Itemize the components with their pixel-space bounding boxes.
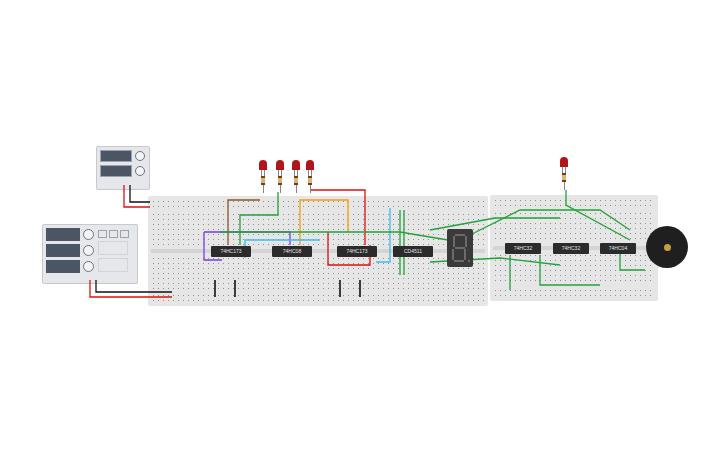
- chip-label: 74HC08: [283, 249, 301, 254]
- led-bulb: [259, 160, 267, 170]
- chip-label: 74HC32: [514, 246, 532, 251]
- function-generator[interactable]: [42, 224, 138, 284]
- ic-chip[interactable]: 74HC04: [600, 243, 636, 254]
- ic-chip[interactable]: 74HC32: [553, 243, 589, 254]
- chip-label: 74HC173: [220, 249, 241, 254]
- led-bulb: [292, 160, 300, 170]
- resistor: [562, 173, 566, 182]
- led-bulb: [306, 160, 314, 170]
- resistor: [261, 176, 265, 185]
- chip-label: CD4511: [404, 249, 422, 254]
- led[interactable]: [306, 160, 314, 193]
- ic-chip[interactable]: 74HC173: [211, 246, 251, 257]
- ic-chip[interactable]: 74HC08: [272, 246, 312, 257]
- chip-label: 74HC04: [609, 246, 627, 251]
- chip-label: 74HC173: [346, 249, 367, 254]
- seven-segment-display[interactable]: [447, 229, 473, 267]
- power-supply[interactable]: [96, 146, 150, 190]
- led[interactable]: [276, 160, 284, 193]
- led[interactable]: [259, 160, 267, 193]
- segments-icon: [447, 229, 473, 267]
- ic-chip[interactable]: 74HC173: [337, 246, 377, 257]
- led[interactable]: [292, 160, 300, 193]
- resistor: [308, 176, 312, 185]
- breadboard-main: [148, 196, 488, 306]
- resistor: [294, 176, 298, 185]
- buzzer[interactable]: [646, 226, 688, 268]
- ic-chip[interactable]: CD4511: [393, 246, 433, 257]
- led-bulb: [560, 157, 568, 167]
- led-bulb: [276, 160, 284, 170]
- chip-label: 74HC32: [562, 246, 580, 251]
- led[interactable]: [560, 157, 568, 190]
- resistor: [278, 176, 282, 185]
- ic-chip[interactable]: 74HC32: [505, 243, 541, 254]
- circuit-canvas: 74HC173 74HC08 74HC173 CD4511 74HC32 74HC32 74…: [0, 0, 725, 453]
- wires: [0, 0, 725, 453]
